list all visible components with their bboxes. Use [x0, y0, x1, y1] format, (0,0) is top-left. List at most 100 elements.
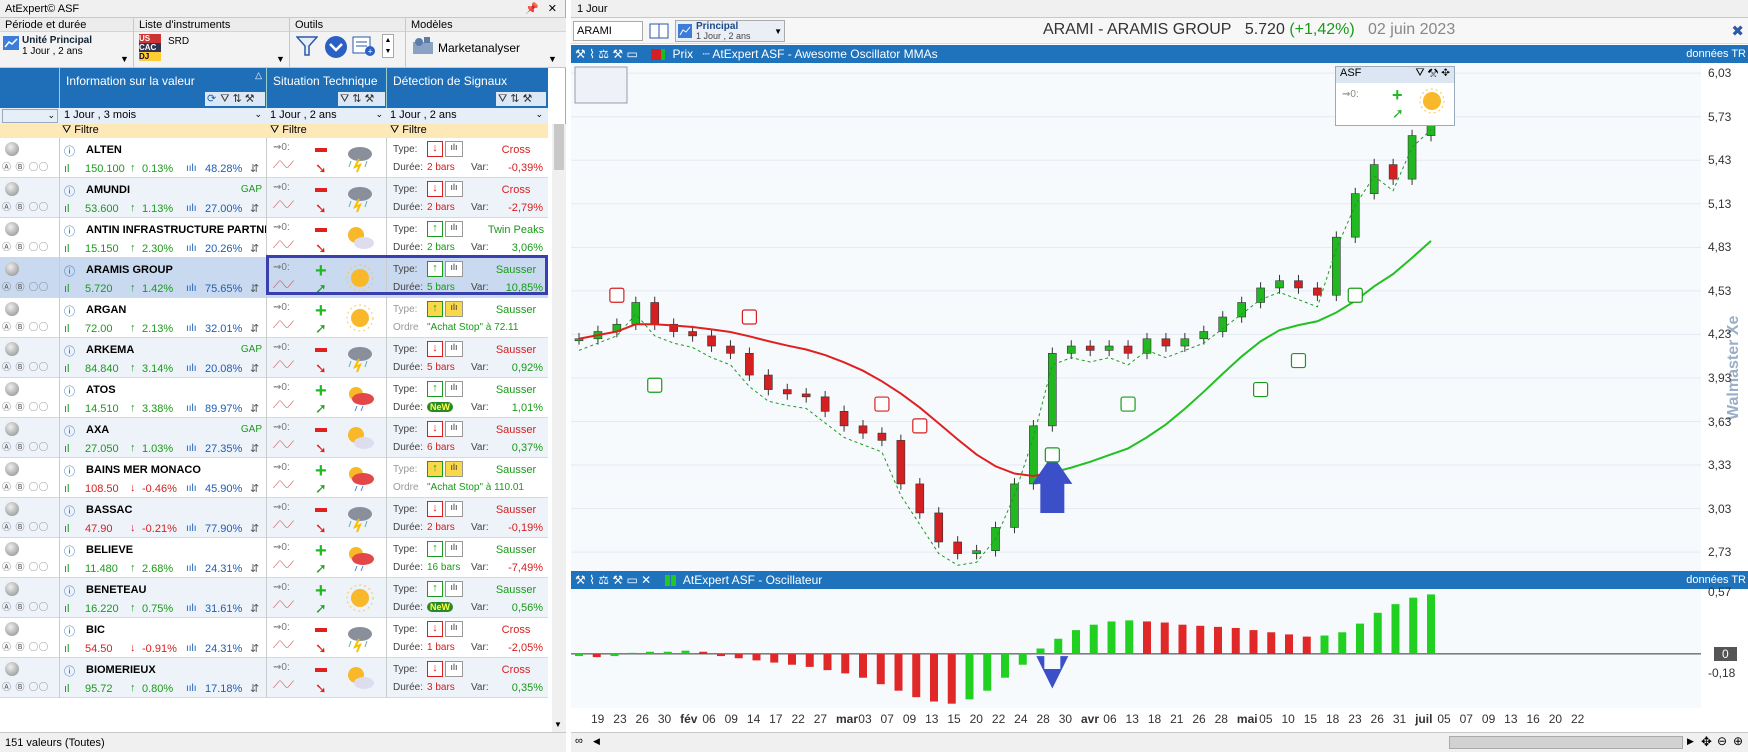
info-cell[interactable]: ⓘ ARAMIS GROUP ıl 5.720 ↑ 1.42% ıılı 75.…: [60, 258, 267, 298]
abcd-buttons[interactable]: Ⓐ Ⓑ ◯◯: [2, 640, 49, 653]
period-select-info[interactable]: 1 Jour , 3 mois ⌄: [64, 109, 264, 123]
pin-icon[interactable]: 📌: [525, 0, 539, 18]
signal-cell[interactable]: Type: ↑ ılı Sausser Ordre "Achat Stop" à…: [387, 458, 548, 498]
book-icon[interactable]: [649, 22, 669, 40]
chart-scrollbar[interactable]: ∞ ◀ ▶ ✥ ⊖ ⊕: [571, 732, 1748, 752]
box-tools-icon[interactable]: ⛛ ⚒ ✥: [1415, 67, 1450, 80]
status-dot[interactable]: [5, 622, 19, 636]
tools-icon[interactable]: ⚒: [245, 93, 255, 105]
abcd-buttons[interactable]: Ⓐ Ⓑ ◯◯: [2, 360, 49, 373]
status-dot[interactable]: [5, 582, 19, 596]
status-dot[interactable]: [5, 462, 19, 476]
signal-cell[interactable]: Type: ↑ ılı Sausser Durée: 16 bars Var: …: [387, 538, 548, 578]
instrument-list-selected[interactable]: SRD: [168, 36, 189, 47]
info-icon[interactable]: ⓘ: [64, 143, 75, 159]
situation-cell[interactable]: ⇝0: ⟋⟍⟋ + ➚: [267, 578, 387, 618]
move-icon[interactable]: ✥: [1701, 734, 1712, 750]
filter-situation[interactable]: ⛛ Filtre: [270, 124, 307, 137]
header-icons-info[interactable]: ⟳ ⛛ ⇅ ⚒: [205, 92, 265, 106]
oscillator-area[interactable]: [571, 589, 1701, 708]
signal-cell[interactable]: Type: ↓ ılı Sausser Durée: 5 bars Var: 0…: [387, 338, 548, 378]
info-icon[interactable]: ⓘ: [64, 583, 75, 599]
info-icon[interactable]: ⓘ: [64, 223, 75, 239]
signal-cell[interactable]: Type: ↓ ılı Cross Durée: 1 bars Var: -2,…: [387, 618, 548, 658]
table-row[interactable]: Ⓐ Ⓑ ◯◯ ⓘ ATOS ıl 14.510 ↑ 3.38% ıılı 89.…: [0, 378, 548, 418]
table-row[interactable]: Ⓐ Ⓑ ◯◯ ⓘ ANTIN INFRASTRUCTURE PARTNERS ı…: [0, 218, 548, 258]
settings-icon[interactable]: ✖: [1731, 22, 1744, 40]
dropdown-circle-icon[interactable]: [324, 35, 348, 59]
period-duration[interactable]: 1 Jour , 2 ans: [22, 46, 83, 57]
layout-select[interactable]: Principal 1 Jour , 2 ans ▼: [675, 20, 785, 42]
abcd-buttons[interactable]: Ⓐ Ⓑ ◯◯: [2, 240, 49, 253]
situation-cell[interactable]: ⇝0: ⟋⟍⟋ ➘: [267, 498, 387, 538]
period-select-situation[interactable]: 1 Jour , 2 ans ⌄: [270, 109, 385, 123]
table-row[interactable]: Ⓐ Ⓑ ◯◯ ⓘ AXA GAP ıl 27.050 ↑ 1.03% ıılı …: [0, 418, 548, 458]
info-icon[interactable]: ⓘ: [64, 663, 75, 679]
situation-cell[interactable]: ⇝0: ⟋⟍⟋ ➘: [267, 178, 387, 218]
situation-cell[interactable]: ⇝0: ⟋⟍⟋ ➘: [267, 618, 387, 658]
filter-info[interactable]: ⛛ Filtre: [62, 124, 99, 137]
table-row[interactable]: Ⓐ Ⓑ ◯◯ ⓘ BELIEVE ıl 11.480 ↑ 2.68% ıılı …: [0, 538, 548, 578]
add-list-icon[interactable]: +: [352, 35, 376, 57]
tools-icon[interactable]: ⚒: [522, 93, 532, 105]
filter-icon[interactable]: ⛛: [340, 93, 349, 105]
table-row[interactable]: Ⓐ Ⓑ ◯◯ ⓘ ARGAN ıl 72.00 ↑ 2.13% ıılı 32.…: [0, 298, 548, 338]
signal-cell[interactable]: Type: ↑ ılı Sausser Durée: NeW Var: 1,01…: [387, 378, 548, 418]
info-icon[interactable]: ⓘ: [64, 463, 75, 479]
signal-cell[interactable]: Type: ↑ ılı Sausser Ordre "Achat Stop" à…: [387, 298, 548, 338]
header-icons-signals[interactable]: ⛛ ⇅ ⚒: [496, 92, 546, 106]
situation-cell[interactable]: ⇝0: ⟋⟍⟋ + ➚: [267, 298, 387, 338]
filter-signals[interactable]: ⛛ Filtre: [390, 124, 427, 137]
info-cell[interactable]: ⓘ BAINS MER MONACO ıl 108.50 ↓ -0.46% ıı…: [60, 458, 267, 498]
header-icons-situation[interactable]: ⛛ ⇅ ⚒: [338, 92, 385, 106]
scroll-left-icon[interactable]: ◀: [593, 736, 600, 747]
info-cell[interactable]: ⓘ ATOS ıl 14.510 ↑ 3.38% ıılı 89.97% ⇵: [60, 378, 267, 418]
info-cell[interactable]: ⓘ ARKEMA GAP ıl 84.840 ↑ 3.14% ıılı 20.0…: [60, 338, 267, 378]
table-row[interactable]: Ⓐ Ⓑ ◯◯ ⓘ ARKEMA GAP ıl 84.840 ↑ 3.14% ıı…: [0, 338, 548, 378]
abcd-buttons[interactable]: Ⓐ Ⓑ ◯◯: [2, 560, 49, 573]
info-cell[interactable]: ⓘ BIOMERIEUX ıl 95.72 ↑ 0.80% ıılı 17.18…: [60, 658, 267, 698]
scroll-thumb[interactable]: [1449, 736, 1683, 749]
signal-cell[interactable]: Type: ↑ ılı Sausser Durée: NeW Var: 0,56…: [387, 578, 548, 618]
abcd-buttons[interactable]: Ⓐ Ⓑ ◯◯: [2, 160, 49, 173]
status-dot[interactable]: [5, 662, 19, 676]
zoom-out-icon[interactable]: ⊖: [1717, 734, 1727, 748]
abcd-buttons[interactable]: Ⓐ Ⓑ ◯◯: [2, 680, 49, 693]
abcd-buttons[interactable]: Ⓐ Ⓑ ◯◯: [2, 520, 49, 533]
info-icon[interactable]: ⓘ: [64, 183, 75, 199]
abcd-buttons[interactable]: Ⓐ Ⓑ ◯◯: [2, 280, 49, 293]
status-dot[interactable]: [5, 142, 19, 156]
info-cell[interactable]: ⓘ ALTEN ıl 150.100 ↑ 0.13% ıılı 48.28% ⇵: [60, 138, 267, 178]
info-icon[interactable]: ⓘ: [64, 503, 75, 519]
period-unit[interactable]: Unité Principal: [22, 35, 92, 46]
situation-cell[interactable]: ⇝0: ⟋⟍⟋ ➘: [267, 658, 387, 698]
tools-icon[interactable]: ⚒: [364, 93, 374, 105]
info-cell[interactable]: ⓘ AMUNDI GAP ıl 53.600 ↑ 1.13% ıılı 27.0…: [60, 178, 267, 218]
vertical-scrollbar[interactable]: ▼: [552, 124, 566, 732]
signal-cell[interactable]: Type: ↓ ılı Sausser Durée: 2 bars Var: -…: [387, 498, 548, 538]
price-chart-area[interactable]: [571, 63, 1701, 571]
abcd-buttons[interactable]: Ⓐ Ⓑ ◯◯: [2, 200, 49, 213]
signal-cell[interactable]: Type: ↓ ılı Cross Durée: 3 bars Var: 0,3…: [387, 658, 548, 698]
info-cell[interactable]: ⓘ BENETEAU ıl 16.220 ↑ 0.75% ıılı 31.61%…: [60, 578, 267, 618]
table-row[interactable]: Ⓐ Ⓑ ◯◯ ⓘ BIC ıl 54.50 ↓ -0.91% ıılı 24.3…: [0, 618, 548, 658]
abcd-buttons[interactable]: Ⓐ Ⓑ ◯◯: [2, 320, 49, 333]
filter-icon[interactable]: [296, 35, 318, 57]
info-icon[interactable]: ⓘ: [64, 343, 75, 359]
abcd-buttons[interactable]: Ⓐ Ⓑ ◯◯: [2, 600, 49, 613]
symbol-input[interactable]: ARAMI: [573, 21, 643, 41]
info-icon[interactable]: ⓘ: [64, 623, 75, 639]
model-label[interactable]: Marketanalyser: [438, 41, 520, 55]
status-dot[interactable]: [5, 262, 19, 276]
table-row[interactable]: Ⓐ Ⓑ ◯◯ ⓘ BAINS MER MONACO ıl 108.50 ↓ -0…: [0, 458, 548, 498]
filter-bar[interactable]: ⛛ Filtre ⛛ Filtre ⛛ Filtre: [0, 124, 548, 138]
status-dot[interactable]: [5, 502, 19, 516]
situation-cell[interactable]: ⇝0: ⟋⟍⟋ ➘: [267, 218, 387, 258]
refresh-icon[interactable]: ⟳: [207, 93, 216, 105]
status-dot[interactable]: [5, 342, 19, 356]
chevron-down-icon[interactable]: ▼: [276, 54, 285, 64]
signal-cell[interactable]: Type: ↓ ılı Cross Durée: 2 bars Var: -0,…: [387, 138, 548, 178]
analyzer-icon[interactable]: [412, 36, 434, 56]
info-cell[interactable]: ⓘ BIC ıl 54.50 ↓ -0.91% ıılı 24.31% ⇵: [60, 618, 267, 658]
status-dot[interactable]: [5, 182, 19, 196]
